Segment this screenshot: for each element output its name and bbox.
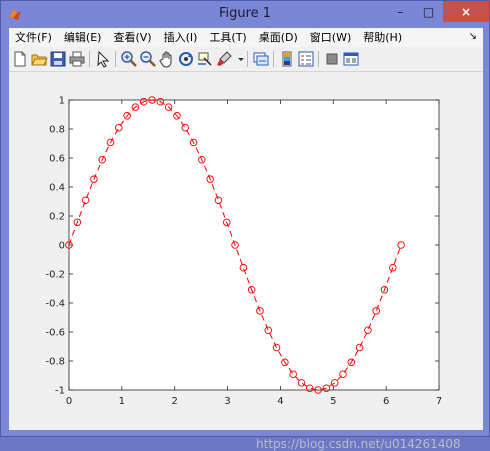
- sine-plot[interactable]: 0 1 2 3 4 5 6 7 -1 -0.8 -0.6 -0.4 -0.2 0 0.2 0.4 0.6 0.8 1: [9, 72, 483, 430]
- insert-legend-icon[interactable]: [297, 50, 315, 68]
- x-tick-label: 0: [66, 396, 72, 407]
- zoom-in-icon[interactable]: [120, 50, 138, 68]
- y-tick-label: -0.6: [45, 328, 65, 339]
- dock-arrow-icon[interactable]: ↘: [469, 31, 477, 42]
- menu-tools[interactable]: 工具(T): [203, 28, 252, 47]
- menu-desktop[interactable]: 桌面(D): [253, 28, 304, 47]
- y-tick-label: 0: [59, 241, 65, 252]
- toolbar-separator: [89, 51, 90, 67]
- x-tick-label: 2: [172, 396, 178, 407]
- insert-colorbar-icon[interactable]: [278, 50, 296, 68]
- minimize-icon: –: [397, 4, 404, 19]
- x-tick-label: 6: [383, 396, 389, 407]
- y-tick-label: 0.4: [49, 183, 65, 194]
- x-tick-label: 3: [224, 396, 230, 407]
- new-figure-icon[interactable]: [11, 50, 29, 68]
- menu-bar: 文件(F) 编辑(E) 查看(V) 插入(I) 工具(T) 桌面(D) 窗口(W…: [9, 28, 483, 47]
- toolbar-separator: [247, 51, 248, 67]
- show-plot-tools-icon[interactable]: [342, 50, 360, 68]
- watermark-text: https://blog.csdn.net/u014261408: [256, 437, 461, 451]
- x-tick-label: 5: [330, 396, 336, 407]
- open-file-icon[interactable]: [30, 50, 48, 68]
- menu-view[interactable]: 查看(V): [107, 28, 157, 47]
- maximize-icon: □: [422, 4, 435, 19]
- x-tick-label: 1: [119, 396, 125, 407]
- figure-canvas[interactable]: 0 1 2 3 4 5 6 7 -1 -0.8 -0.6 -0.4 -0.2 0 0.2 0.4 0.6 0.8 1…: [9, 72, 483, 451]
- close-button[interactable]: ×: [443, 1, 489, 22]
- figure-window: Figure 1 – □ × 文件(F) 编辑(E) 查看(V) 插入(I) 工…: [0, 0, 490, 451]
- menu-insert[interactable]: 插入(I): [158, 28, 204, 47]
- y-tick-label: -0.8: [45, 357, 65, 368]
- menu-edit[interactable]: 编辑(E): [58, 28, 108, 47]
- close-icon: ×: [460, 4, 472, 19]
- title-bar[interactable]: Figure 1 – □ ×: [1, 1, 489, 28]
- x-tick-label: 7: [436, 396, 442, 407]
- x-tick-label: 4: [277, 396, 283, 407]
- toolbar-separator: [318, 51, 319, 67]
- menu-window[interactable]: 窗口(W): [304, 28, 357, 47]
- toolbar-separator: [273, 51, 274, 67]
- figure-client-area: 文件(F) 编辑(E) 查看(V) 插入(I) 工具(T) 桌面(D) 窗口(W…: [9, 28, 483, 451]
- pan-icon[interactable]: [158, 50, 176, 68]
- y-tick-label: -0.2: [45, 270, 65, 281]
- edit-plot-icon[interactable]: [94, 50, 112, 68]
- toolbar-separator: [115, 51, 116, 67]
- rotate-3d-icon[interactable]: [177, 50, 195, 68]
- minimize-button[interactable]: –: [387, 1, 414, 22]
- y-tick-label: 1: [59, 96, 65, 107]
- data-cursor-icon[interactable]: [196, 50, 214, 68]
- figure-toolbar: [9, 47, 483, 72]
- y-tick-label: -0.4: [45, 299, 65, 310]
- maximize-button[interactable]: □: [415, 1, 442, 22]
- y-tick-label: 0.8: [49, 125, 65, 136]
- y-tick-label: 0.6: [49, 154, 65, 165]
- menu-help[interactable]: 帮助(H): [357, 28, 408, 47]
- save-figure-icon[interactable]: [49, 50, 67, 68]
- brush-dropdown-icon[interactable]: [232, 50, 244, 68]
- menu-file[interactable]: 文件(F): [9, 28, 58, 47]
- axes-box: [68, 99, 440, 391]
- y-tick-label: -1: [55, 386, 65, 397]
- zoom-out-icon[interactable]: [139, 50, 157, 68]
- print-figure-icon[interactable]: [68, 50, 86, 68]
- brush-icon[interactable]: [215, 50, 233, 68]
- hide-plot-tools-icon[interactable]: [323, 50, 341, 68]
- y-tick-label: 0.2: [49, 212, 65, 223]
- link-plot-icon[interactable]: [252, 50, 270, 68]
